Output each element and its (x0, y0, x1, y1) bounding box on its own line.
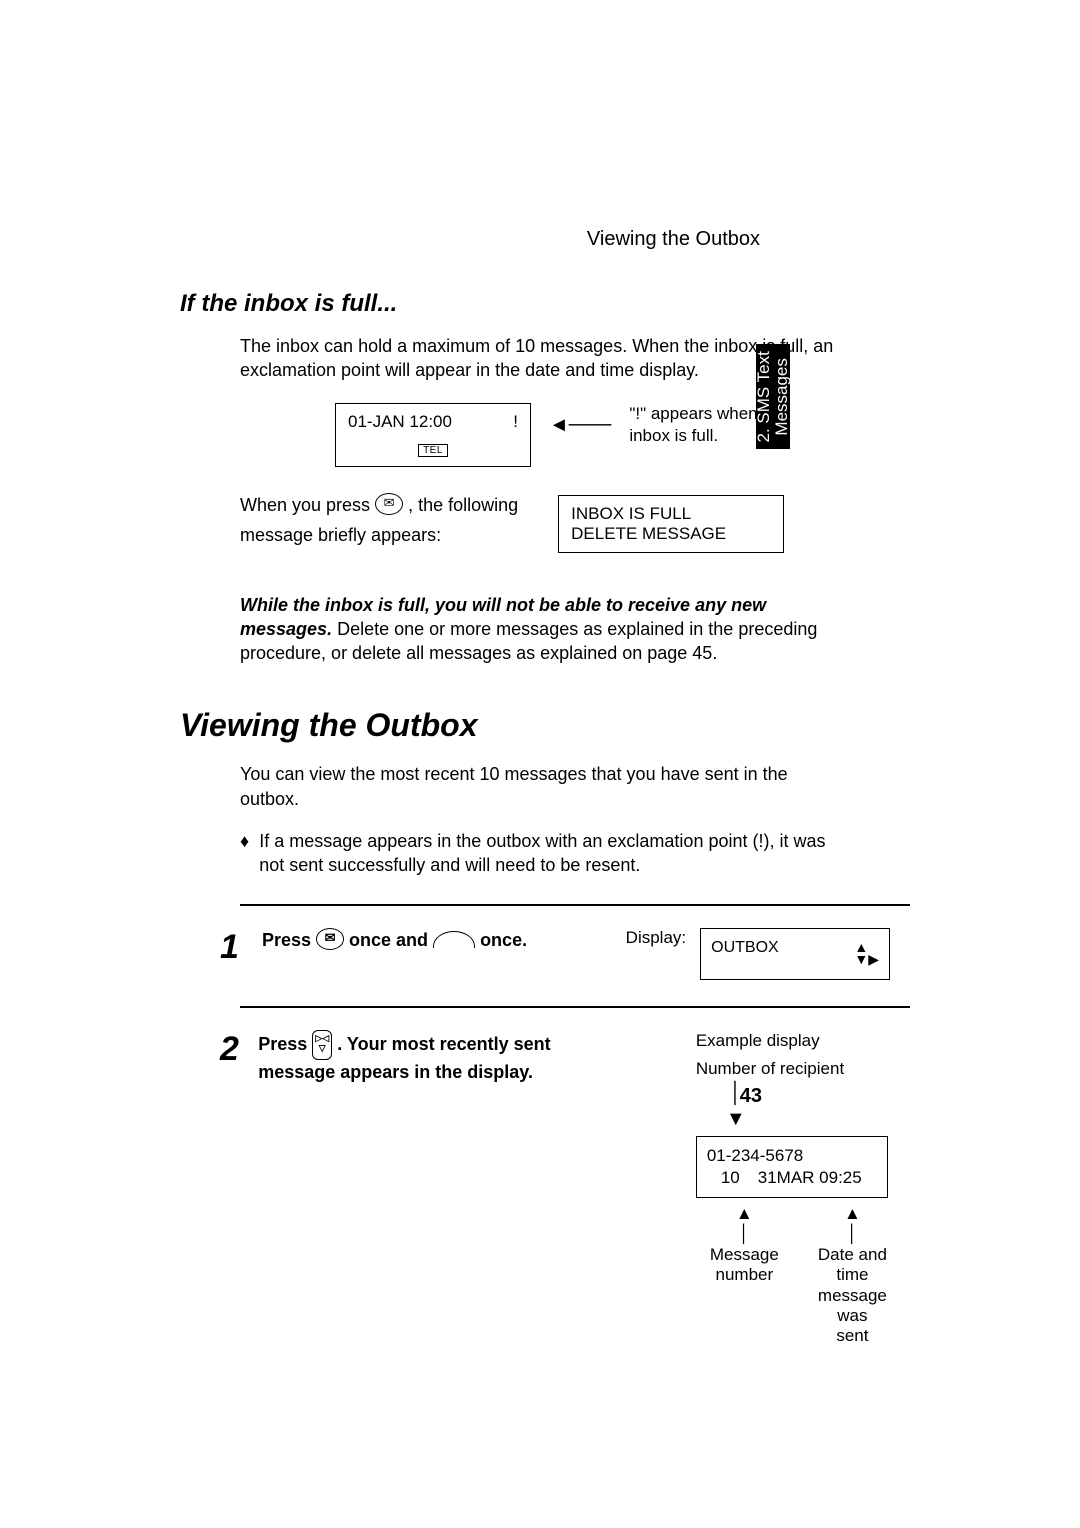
lcd-datetime: 01-JAN 12:00 (348, 412, 452, 432)
outbox-msg-box: 01-234-5678 10 31MAR 09:25 (696, 1136, 888, 1198)
updown-arrows-icon: ▲▼▶ (854, 941, 879, 966)
step-1-number: 1 (220, 928, 248, 967)
arrow-left-icon: ◄─── (549, 414, 611, 437)
example-display-label: Example display (696, 1030, 890, 1052)
tel-badge: TEL (418, 444, 448, 457)
dt-label1: Date and time (815, 1245, 890, 1286)
arrow-up-icon: ▲│ (710, 1204, 779, 1245)
msgnum-label1: Message (710, 1245, 779, 1265)
lcd-datetime-box: 01-JAN 12:00 ! TEL (335, 403, 531, 467)
outbox-display-box: OUTBOX ▲▼▶ (700, 928, 890, 980)
outbox-msg-num: 10 (721, 1167, 740, 1189)
lcd-bang: ! (513, 412, 518, 432)
inbox-full-line2: DELETE MESSAGE (571, 524, 771, 544)
divider-2 (240, 1006, 910, 1008)
manual-page: Viewing the Outbox 2. SMS Text Messages … (0, 0, 1080, 1528)
outbox-display-value: OUTBOX (711, 939, 779, 956)
example-display-block: Example display Number of recipient │▼ 0… (696, 1030, 890, 1347)
press-text-a: When you press (240, 495, 375, 515)
outbox-bullet: ♦ If a message appears in the outbox wit… (240, 829, 840, 878)
step2-text-a: Press (258, 1033, 312, 1053)
step1-text-b: once and (349, 930, 433, 950)
inbox-full-line1: INBOX IS FULL (571, 504, 771, 524)
step1-text-c: once. (480, 930, 527, 950)
chapter-tab: 2. SMS Text Messages (756, 344, 790, 449)
press-text-c: message briefly appears: (240, 525, 518, 546)
outbox-phone: 01-234-5678 (707, 1145, 877, 1167)
up-key-icon (433, 931, 475, 951)
outbox-intro: You can view the most recent 10 messages… (240, 762, 850, 811)
dt-label2: message was (815, 1286, 890, 1327)
recipient-label: Number of recipient (696, 1058, 890, 1080)
outbox-bullet-text: If a message appears in the outbox with … (259, 829, 840, 878)
step-1-row: 1 Press ✉ once and once. Display: OUTBOX… (220, 928, 890, 980)
mail-key-icon: ✉ (375, 493, 403, 515)
dt-label3: sent (815, 1326, 890, 1346)
display-label: Display: (626, 928, 686, 947)
bang-caption: "!" appears when the inbox is full. (629, 403, 829, 447)
step-2-number: 2 (220, 1030, 244, 1069)
running-header: Viewing the Outbox (587, 228, 760, 251)
chapter-tab-line1: 2. SMS Text (754, 351, 773, 442)
nav-key-icon: ▷◁▽ (312, 1030, 332, 1060)
viewing-outbox-heading: Viewing the Outbox (180, 707, 890, 744)
inbox-full-message-box: INBOX IS FULL DELETE MESSAGE (558, 495, 784, 553)
page-number: 43 (740, 1085, 762, 1108)
inbox-full-heading: If the inbox is full... (180, 290, 890, 318)
bullet-diamond-icon: ♦ (240, 829, 249, 878)
outbox-datetime: 31MAR 09:25 (758, 1167, 862, 1189)
arrow-up-icon: ▲│ (815, 1204, 890, 1245)
press-message-row: When you press ✉ , the following message… (240, 495, 890, 553)
step-2-row: 2 Press ▷◁▽ . Your most recently sent me… (220, 1030, 890, 1347)
inbox-full-display-row: 01-JAN 12:00 ! TEL ◄─── "!" appears when… (335, 403, 890, 467)
warning-block: While the inbox is full, you will not be… (240, 593, 840, 666)
mail-key-icon: ✉ (316, 928, 344, 950)
step1-text-a: Press (262, 930, 316, 950)
press-text-b: , the following (408, 495, 518, 515)
divider-1 (240, 904, 910, 906)
chapter-tab-line2: Messages (772, 358, 791, 435)
msgnum-label2: number (710, 1265, 779, 1285)
